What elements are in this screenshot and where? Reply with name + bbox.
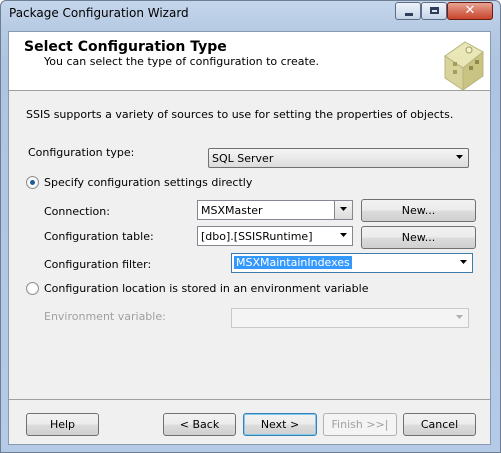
env-var-dropdown[interactable]	[231, 308, 469, 328]
config-table-value: [dbo].[SSISRuntime]	[201, 230, 313, 243]
config-type-label: Configuration type:	[28, 146, 135, 159]
window-title: Package Configuration Wizard	[9, 6, 189, 20]
config-table-new-button[interactable]: New...	[361, 226, 476, 249]
chevron-down-icon	[334, 201, 352, 219]
finish-button[interactable]: Finish >>|	[323, 413, 397, 436]
close-icon: ✕	[464, 3, 476, 18]
minimize-button[interactable]	[395, 2, 421, 20]
config-type-value: SQL Server	[212, 152, 274, 165]
footer-divider	[9, 399, 490, 400]
back-button[interactable]: < Back	[163, 413, 236, 436]
radio-direct[interactable]	[26, 176, 39, 189]
intro-text: SSIS supports a variety of sources to us…	[26, 108, 454, 121]
radio-direct-label[interactable]: Specify configuration settings directly	[44, 176, 252, 189]
chevron-down-icon	[451, 309, 468, 327]
config-table-label: Configuration table:	[44, 230, 154, 243]
next-button[interactable]: Next >	[243, 413, 317, 436]
maximize-button[interactable]	[421, 2, 447, 20]
wizard-page: Select Configuration Type You can select…	[8, 31, 491, 445]
connection-dropdown[interactable]: MSXMaster	[197, 200, 353, 220]
page-header: Select Configuration Type You can select…	[9, 32, 490, 91]
wizard-window: Package Configuration Wizard ✕ Select Co…	[0, 0, 501, 453]
chevron-down-icon	[455, 254, 472, 272]
config-type-dropdown[interactable]: SQL Server	[208, 148, 469, 168]
help-button[interactable]: Help	[26, 413, 99, 436]
maximize-icon	[430, 7, 439, 14]
minimize-icon	[405, 13, 413, 16]
page-title: Select Configuration Type	[24, 39, 227, 55]
connection-label: Connection:	[44, 205, 110, 218]
page-subtitle: You can select the type of configuration…	[44, 55, 320, 68]
close-button[interactable]: ✕	[447, 2, 493, 20]
chevron-down-icon	[451, 149, 468, 167]
env-var-label: Environment variable:	[44, 310, 166, 323]
connection-value: MSXMaster	[201, 204, 263, 217]
radio-selected-dot	[30, 180, 35, 185]
radio-environment-label[interactable]: Configuration location is stored in an e…	[44, 282, 368, 295]
wizard-header-icon	[444, 41, 484, 90]
title-bar[interactable]: Package Configuration Wizard ✕	[1, 1, 500, 25]
config-table-dropdown[interactable]: [dbo].[SSISRuntime]	[197, 226, 353, 246]
radio-environment[interactable]	[26, 282, 39, 295]
chevron-down-icon	[335, 227, 352, 245]
config-filter-value[interactable]: MSXMaintainIndexes	[234, 256, 352, 269]
cancel-button[interactable]: Cancel	[403, 413, 476, 436]
connection-new-button[interactable]: New...	[361, 199, 476, 222]
config-filter-label: Configuration filter:	[44, 258, 152, 271]
config-filter-dropdown[interactable]: MSXMaintainIndexes	[231, 253, 473, 273]
